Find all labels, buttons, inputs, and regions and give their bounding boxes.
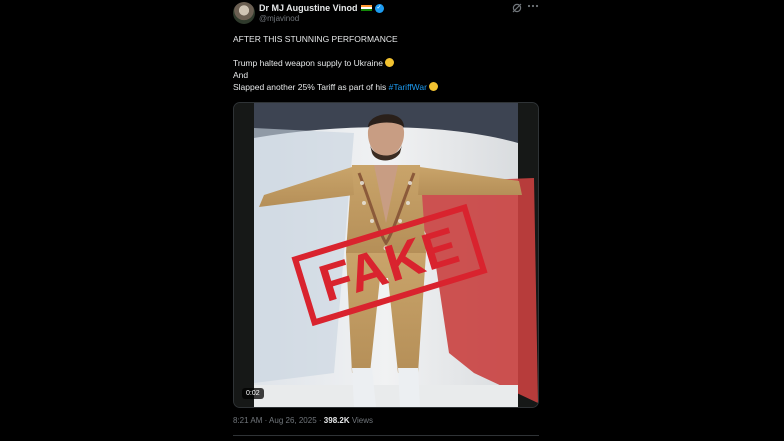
avatar[interactable] xyxy=(233,2,255,24)
hashtag-link[interactable]: #TariffWar xyxy=(389,82,427,92)
meta-separator: · xyxy=(318,416,322,425)
tweet-line-3: And xyxy=(233,70,249,80)
tweet-meta: 8:21 AM · Aug 26, 2025 · 398.2K Views xyxy=(233,416,373,425)
tweet-line-4-text: Slapped another 25% Tariff as part of hi… xyxy=(233,82,387,92)
grok-icon[interactable] xyxy=(512,3,522,13)
views-count: 398.2K xyxy=(323,416,350,425)
verified-badge-icon: ✓ xyxy=(374,3,384,13)
tweet-line-2-text: Trump halted weapon supply to Ukraine xyxy=(233,58,383,68)
tweet-date[interactable]: Aug 26, 2025 xyxy=(269,416,317,425)
video-duration: 0:02 xyxy=(242,388,264,399)
laughing-emoji-icon xyxy=(384,58,394,67)
divider xyxy=(233,435,539,436)
tweet-line-1: AFTER THIS STUNNING PERFORMANCE xyxy=(233,34,398,44)
meta-separator: · xyxy=(264,416,268,425)
tweet-line-2: Trump halted weapon supply to Ukraine xyxy=(233,57,543,69)
author-handle[interactable]: @mjavinod xyxy=(259,14,299,23)
video-media[interactable]: FAKE 0:02 xyxy=(233,102,539,408)
laughing-emoji-icon xyxy=(428,82,438,91)
views-label: Views xyxy=(351,416,374,425)
tweet-time[interactable]: 8:21 AM xyxy=(233,416,262,425)
more-options-icon[interactable] xyxy=(527,1,539,11)
tweet-line-4: Slapped another 25% Tariff as part of hi… xyxy=(233,81,543,93)
display-name[interactable]: Dr MJ Augustine Vinod xyxy=(259,3,358,13)
india-flag-icon xyxy=(360,4,372,12)
tweet: Dr MJ Augustine Vinod ✓ @mjavinod AFTER … xyxy=(0,0,784,441)
tweet-text: AFTER THIS STUNNING PERFORMANCE Trump ha… xyxy=(233,33,543,93)
author-name-row: Dr MJ Augustine Vinod ✓ xyxy=(259,3,384,13)
